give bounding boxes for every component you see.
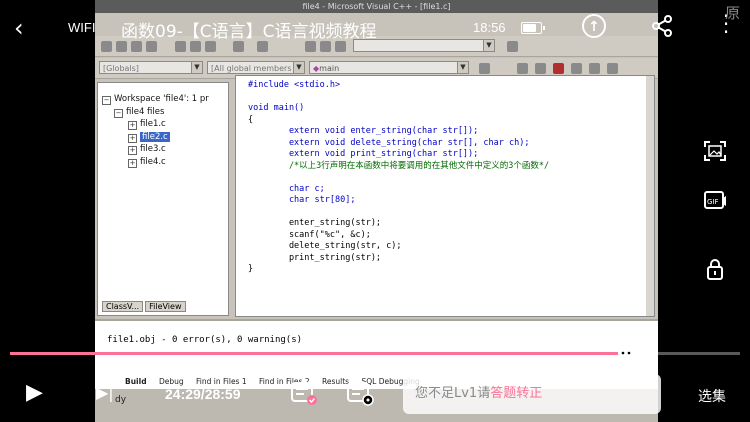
expand-icon: + xyxy=(128,133,137,143)
code-text: #include <stdio.h> void main() { extern … xyxy=(248,80,550,274)
tab-build: Build xyxy=(125,377,147,386)
status-text: dy xyxy=(115,395,127,405)
tree-file: + file2.c xyxy=(128,131,170,143)
copy-icon xyxy=(190,41,201,52)
tab-fileview: FileView xyxy=(145,301,186,312)
build-output-line: file1.obj - 0 error(s), 0 warning(s) xyxy=(107,335,303,345)
network-label: WIFI xyxy=(68,20,96,35)
save-all-icon xyxy=(146,41,157,52)
danmu-placeholder: 您不足Lv1请 xyxy=(415,386,491,401)
svg-text:GIF: GIF xyxy=(707,198,719,206)
video-title: 函数09-【C语言】C语言视频教程 xyxy=(121,22,377,42)
danmu-settings-icon[interactable] xyxy=(346,381,376,407)
tab-classview: ClassV... xyxy=(102,301,144,312)
workspace-panel: − Workspace 'file4': 1 pr − file4 files + f… xyxy=(97,82,229,316)
progress-fill xyxy=(10,352,627,355)
output-icon xyxy=(320,41,331,52)
next-episode-icon[interactable]: ▶| xyxy=(96,383,114,402)
collapse-icon: − xyxy=(114,108,123,118)
new-file-icon xyxy=(101,41,112,52)
save-icon xyxy=(131,41,142,52)
play-icon[interactable]: ▶ xyxy=(26,380,43,405)
danmu-input[interactable]: 您不足Lv1请答题转正 xyxy=(403,374,661,414)
find-in-files-icon xyxy=(507,41,518,52)
tree-project: − file4 files xyxy=(114,106,165,118)
upload-arrow-icon[interactable]: ↑ xyxy=(582,14,606,38)
undo-icon xyxy=(233,41,244,52)
workspace-icon xyxy=(305,41,316,52)
expand-icon: + xyxy=(128,146,137,155)
tree-workspace: − Workspace 'file4': 1 pr xyxy=(102,94,209,105)
danmu-toggle-icon[interactable] xyxy=(290,381,320,407)
globals-combo: [Globals] ▼ xyxy=(99,61,203,74)
time-display: 24:29/28:59 xyxy=(165,386,241,402)
paste-icon xyxy=(205,41,216,52)
share-icon[interactable] xyxy=(650,14,674,38)
stop-build-icon xyxy=(553,63,564,74)
progress-knob-tv-icon[interactable] xyxy=(616,344,636,360)
quiz-link[interactable]: 答题转正 xyxy=(490,386,542,401)
video-frame[interactable]: file4 - Microsoft Visual C++ - [file1.c]… xyxy=(95,0,658,422)
expand-icon: + xyxy=(128,121,137,130)
execute-icon xyxy=(571,63,582,74)
back-icon[interactable]: ‹ xyxy=(14,14,24,42)
build-icon xyxy=(535,63,546,74)
tree-file: + file3.c xyxy=(128,144,166,155)
wizard-action-icon xyxy=(479,63,490,74)
clock: 18:56 xyxy=(473,20,506,35)
output-tabs: Build Debug Find in Files 1 Find in File… xyxy=(125,377,430,386)
episodes-button[interactable]: 选集 xyxy=(698,386,726,406)
compile-icon xyxy=(517,63,528,74)
battery-icon xyxy=(521,22,545,34)
workspace-tabs: ClassV... FileView xyxy=(102,301,188,313)
collapse-icon: − xyxy=(102,96,111,105)
breakpoint-icon xyxy=(607,63,618,74)
windows-icon xyxy=(335,41,346,52)
function-combo: ◆main ▼ xyxy=(309,61,469,74)
editor-scrollbar xyxy=(646,76,654,316)
screenshot-icon[interactable] xyxy=(703,140,727,162)
tab-find1: Find in Files 1 xyxy=(196,377,247,386)
go-icon xyxy=(589,63,600,74)
lock-icon[interactable] xyxy=(703,258,727,280)
members-combo: [All global members ▼ xyxy=(207,61,305,74)
file-tree: − Workspace 'file4': 1 pr − file4 files + f… xyxy=(102,93,209,168)
tree-file: + file4.c xyxy=(128,156,166,168)
tree-file: + file1.c xyxy=(128,119,166,130)
open-icon xyxy=(116,41,127,52)
cut-icon xyxy=(175,41,186,52)
vs-window-title: file4 - Microsoft Visual C++ - [file1.c] xyxy=(95,0,658,13)
gif-icon[interactable]: GIF xyxy=(703,190,727,212)
expand-icon: + xyxy=(128,158,137,168)
watermark-text: 原 xyxy=(725,4,741,22)
redo-icon xyxy=(257,41,268,52)
code-editor: #include <stdio.h> void main() { extern … xyxy=(235,75,655,317)
tab-debug: Debug xyxy=(158,377,184,386)
